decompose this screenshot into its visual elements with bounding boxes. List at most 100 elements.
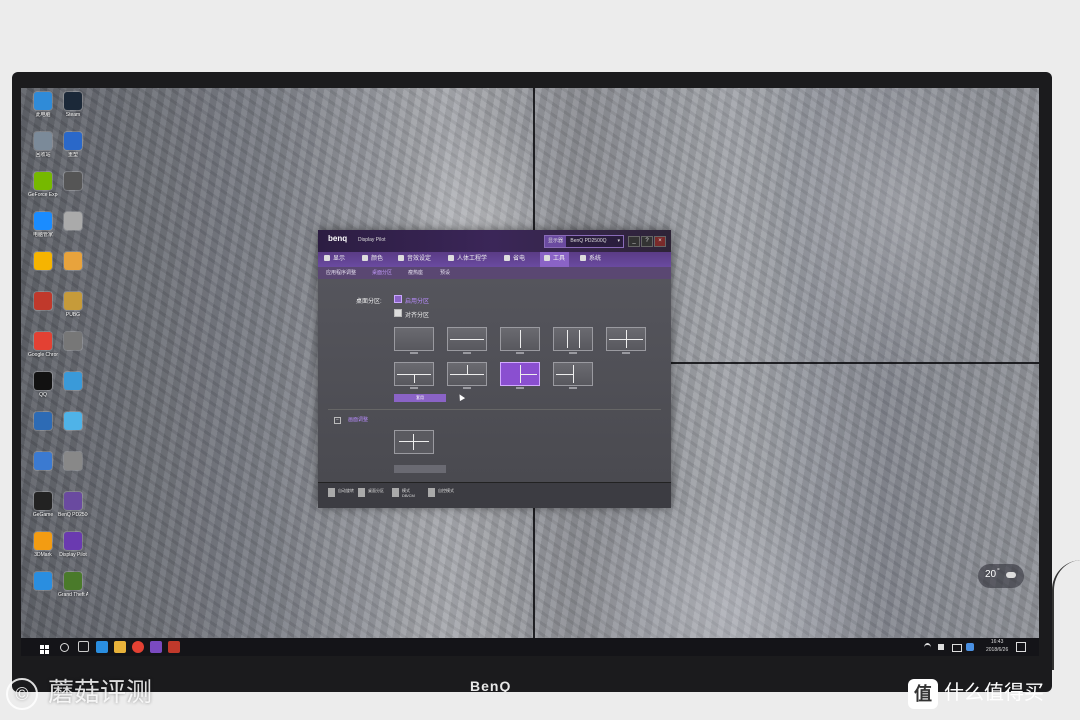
tray-icons[interactable] — [924, 643, 980, 652]
close-button[interactable]: × — [654, 236, 666, 247]
copyright-icon: © — [6, 678, 38, 711]
position-preview[interactable] — [394, 430, 434, 454]
taskbar-clock[interactable]: 16:43 2018/6/26 — [986, 638, 1008, 654]
desktop-icon[interactable] — [58, 372, 88, 414]
layout-option[interactable] — [394, 362, 434, 389]
layout-divider — [573, 365, 574, 383]
tab-item[interactable]: 系统 — [580, 252, 601, 267]
desktop-icon[interactable] — [28, 572, 58, 614]
search-icon[interactable] — [60, 643, 69, 652]
desktop-icon[interactable]: GeForce Experience — [28, 172, 58, 214]
desktop-icon[interactable]: Google Chrome — [28, 332, 58, 374]
benq-logo: benq — [328, 234, 348, 243]
desktop-icon[interactable]: 3DMark — [28, 532, 58, 574]
tab-label: 省电 — [513, 256, 526, 262]
desktop-icon-label: PUBG — [65, 312, 81, 318]
cable — [1052, 560, 1080, 670]
desktop-icon[interactable]: 此电脑 — [28, 92, 58, 134]
desktop-icon[interactable]: Steam — [58, 92, 88, 134]
desktop-icon[interactable] — [58, 332, 88, 374]
weather-widget[interactable]: 20 ° — [978, 564, 1024, 588]
explorer-icon[interactable] — [114, 641, 126, 653]
app-icon — [64, 412, 82, 430]
app-icon — [64, 172, 82, 190]
tab-item[interactable]: 颜色 — [362, 252, 383, 267]
desktop-icon[interactable] — [28, 292, 58, 334]
layout-option[interactable] — [447, 362, 487, 389]
weather-unit: ° — [997, 568, 1000, 575]
desktop-icon[interactable] — [58, 252, 88, 294]
tool-icon — [358, 488, 365, 497]
bottom-tool-button[interactable]: 模式 DB/CM — [392, 488, 424, 504]
desktop-icon-label: Steam — [65, 112, 81, 118]
desktop-icon-label: BenQ PD2500Q — [58, 512, 88, 518]
apply-button[interactable]: 套用 — [394, 394, 446, 402]
desktop-icon[interactable]: GeGame — [28, 492, 58, 534]
layout-option[interactable] — [500, 327, 540, 354]
subtab-item[interactable]: 应用程序调整 — [326, 267, 356, 279]
network-icon — [952, 644, 962, 652]
subtab-item[interactable]: 瘦热座 — [408, 267, 423, 279]
app-icon — [64, 132, 82, 150]
desktop-icon[interactable]: 电脑管家 — [28, 212, 58, 254]
tab-item[interactable]: 音效设定 — [398, 252, 431, 267]
tab-icon — [448, 255, 454, 262]
layout-option[interactable] — [447, 327, 487, 354]
monitor-select-value: BenQ PD2500Q — [570, 238, 607, 244]
task-view-icon[interactable] — [78, 641, 89, 652]
align-partition-label: 对齐分区 — [405, 313, 430, 319]
enable-partition-checkbox[interactable] — [394, 295, 402, 303]
layout-option[interactable] — [500, 362, 540, 389]
layout-option[interactable] — [606, 327, 646, 354]
desktop-icon[interactable] — [28, 252, 58, 294]
sub-tabs: 应用程序调整 桌面分区 瘦热座 预设 — [318, 267, 671, 280]
align-partition-option[interactable]: 对齐分区 — [394, 309, 464, 319]
desktop-icon[interactable] — [28, 412, 58, 454]
desktop-icon[interactable]: 重塑 — [58, 132, 88, 174]
layout-option[interactable] — [553, 327, 593, 354]
app-icon — [34, 492, 52, 510]
tab-item[interactable]: 省电 — [504, 252, 525, 267]
layout-divider — [579, 330, 581, 348]
tab-item[interactable]: 工具 — [540, 252, 570, 267]
tab-item[interactable]: 人体工程学 — [448, 252, 487, 267]
layout-option[interactable] — [394, 327, 434, 354]
position-button[interactable] — [394, 465, 446, 473]
desktop-icon[interactable] — [58, 452, 88, 494]
app-icon — [34, 372, 52, 390]
start-button[interactable] — [40, 642, 50, 654]
desktop-icon[interactable] — [58, 172, 88, 214]
desktop-icon[interactable] — [58, 412, 88, 454]
bottom-tool-button[interactable]: 自控模式 — [428, 488, 460, 504]
desktop-icon[interactable]: QQ — [28, 372, 58, 414]
desktop-icon[interactable]: Display Pilot — [58, 532, 88, 574]
help-button[interactable]: ? — [641, 236, 653, 247]
wifi-icon — [924, 643, 931, 652]
app-taskbar-icon[interactable] — [168, 641, 180, 653]
desktop-icon[interactable] — [28, 452, 58, 494]
desktop-icon[interactable] — [58, 212, 88, 254]
action-center-icon[interactable] — [1016, 642, 1026, 652]
monitor-select[interactable]: 显示器 BenQ PD2500Q ▾ — [544, 235, 624, 248]
desktop-icon[interactable]: 回收站 — [28, 132, 58, 174]
chrome-icon[interactable] — [132, 641, 144, 653]
layout-divider — [520, 330, 521, 348]
enable-partition-option[interactable]: 启用分区 — [394, 295, 464, 305]
tab-icon — [398, 255, 404, 262]
window-titlebar[interactable]: benq Display Pilot 显示器 BenQ PD2500Q ▾ _ … — [318, 230, 671, 252]
subtab-item[interactable]: 预设 — [440, 267, 450, 279]
minimize-button[interactable]: _ — [628, 236, 640, 247]
desktop-icon[interactable]: PUBG — [58, 292, 88, 334]
display-pilot-taskbar-icon[interactable] — [150, 641, 162, 653]
tool-icon — [392, 488, 399, 497]
app-icon — [64, 212, 82, 230]
edge-icon[interactable] — [96, 641, 108, 653]
layout-option[interactable] — [553, 362, 593, 389]
collapse-icon[interactable]: − — [334, 417, 341, 424]
align-partition-checkbox[interactable] — [394, 309, 402, 317]
desktop-icon[interactable]: BenQ PD2500Q — [58, 492, 88, 534]
desktop-icon[interactable]: Grand Theft Auto V — [58, 572, 88, 614]
tab-item[interactable]: 显示 — [324, 252, 345, 267]
bottom-tool-button[interactable]: 自动旋转 — [328, 488, 360, 504]
bottom-tool-button[interactable]: 桌面分区 — [358, 488, 390, 504]
